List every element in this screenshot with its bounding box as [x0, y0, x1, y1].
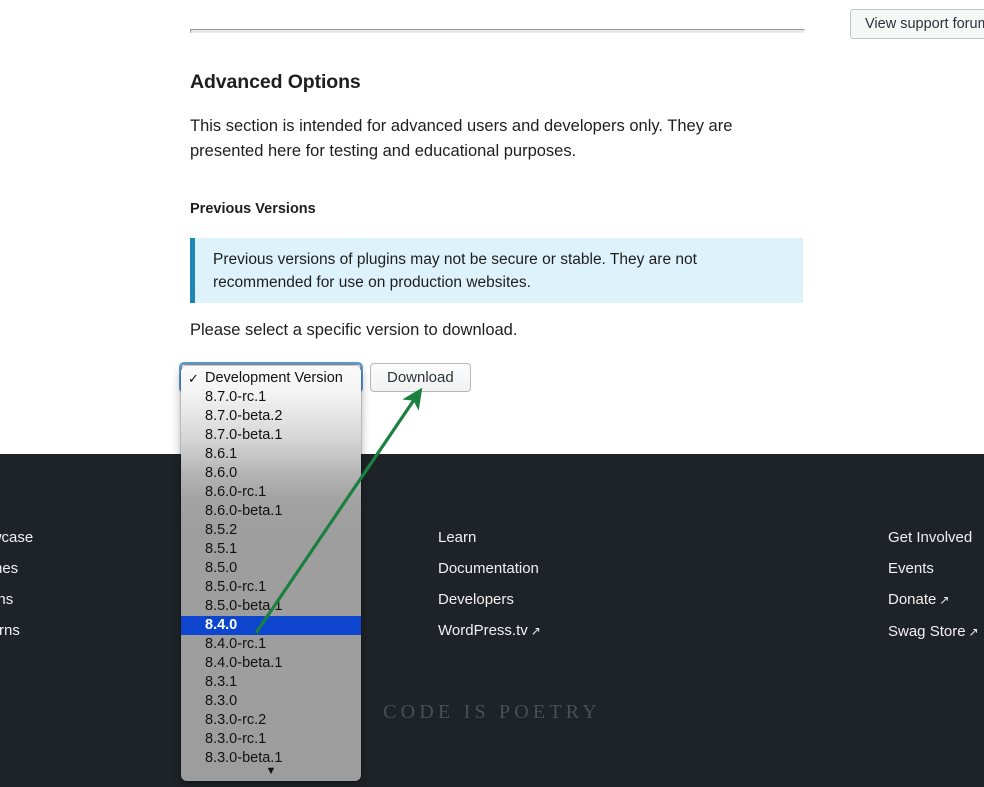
section-divider — [190, 29, 805, 33]
footer-link-documentation[interactable]: Documentation — [438, 553, 541, 584]
footer-link-label: Patterns — [0, 622, 20, 639]
download-button[interactable]: Download — [370, 363, 471, 392]
footer-link-developers[interactable]: Developers — [438, 584, 541, 615]
footer-column-3: Get Involved Events Donate ↗ Swag Store ↗ — [888, 522, 979, 648]
footer-link-label: Donate — [888, 591, 937, 608]
select-version-instruction: Please select a specific version to down… — [190, 321, 518, 339]
footer-link-plugins[interactable]: Plugins — [0, 584, 33, 615]
version-option[interactable]: 8.5.2 — [181, 521, 361, 540]
footer-link-label: Get Involved — [888, 529, 973, 546]
version-option[interactable]: 8.7.0-beta.1 — [181, 426, 361, 445]
version-option[interactable]: Development Version — [181, 369, 361, 388]
footer-link-showcase[interactable]: Showcase — [0, 522, 33, 553]
version-option[interactable]: 8.4.0 — [181, 616, 361, 635]
chevron-down-icon[interactable]: ▼ — [181, 766, 361, 777]
footer-link-label: Themes — [0, 560, 19, 577]
version-option[interactable]: 8.3.0-rc.2 — [181, 711, 361, 730]
previous-versions-heading: Previous Versions — [190, 201, 316, 217]
version-option[interactable]: 8.6.1 — [181, 445, 361, 464]
version-option[interactable]: 8.5.0 — [181, 559, 361, 578]
footer-link-label: Events — [888, 560, 934, 577]
version-option[interactable]: 8.7.0-beta.2 — [181, 407, 361, 426]
version-dropdown-list[interactable]: Development Version8.7.0-rc.18.7.0-beta.… — [181, 369, 361, 768]
warning-notice: Previous versions of plugins may not be … — [190, 238, 803, 303]
external-link-icon: ↗ — [530, 624, 541, 638]
footer-link-label: Showcase — [0, 529, 34, 546]
version-option[interactable]: 8.3.0-rc.1 — [181, 730, 361, 749]
external-link-icon: ↗ — [968, 625, 979, 639]
version-option[interactable]: 8.6.0 — [181, 464, 361, 483]
footer-link-label: WordPress.tv — [438, 622, 528, 639]
footer-link-donate[interactable]: Donate ↗ — [888, 584, 979, 616]
site-footer: Showcase Themes Plugins Patterns Learn Docum… — [0, 454, 984, 787]
footer-link-events[interactable]: Events — [888, 553, 979, 584]
footer-column-2: Learn Documentation Developers WordPress.tv… — [438, 522, 541, 647]
version-option[interactable]: 8.7.0-rc.1 — [181, 388, 361, 407]
footer-link-themes[interactable]: Themes — [0, 553, 33, 584]
version-option[interactable]: 8.4.0-rc.1 — [181, 635, 361, 654]
version-option[interactable]: 8.3.1 — [181, 673, 361, 692]
footer-link-learn[interactable]: Learn — [438, 522, 541, 553]
footer-column-1: Showcase Themes Plugins Patterns — [0, 522, 33, 646]
footer-link-swag-store[interactable]: Swag Store ↗ — [888, 616, 979, 648]
page-root: View support forums Advanced Options Thi… — [0, 0, 984, 787]
footer-link-label: Documentation — [438, 560, 539, 577]
footer-link-get-involved[interactable]: Get Involved — [888, 522, 979, 553]
version-option[interactable]: 8.5.0-rc.1 — [181, 578, 361, 597]
version-option[interactable]: 8.4.0-beta.1 — [181, 654, 361, 673]
footer-link-label: Swag Store — [888, 623, 966, 640]
version-dropdown-popup[interactable]: Development Version8.7.0-rc.18.7.0-beta.… — [181, 366, 361, 781]
intro-paragraph: This section is intended for advanced us… — [190, 117, 733, 160]
footer-link-label: Plugins — [0, 591, 14, 608]
external-link-icon: ↗ — [939, 593, 950, 607]
warning-notice-text: Previous versions of plugins may not be … — [213, 250, 697, 291]
version-option[interactable]: 8.5.0-beta.1 — [181, 597, 361, 616]
footer-link-label: Learn — [438, 529, 477, 546]
version-option[interactable]: 8.6.0-rc.1 — [181, 483, 361, 502]
version-option[interactable]: 8.3.0 — [181, 692, 361, 711]
footer-link-wordpress-tv[interactable]: WordPress.tv ↗ — [438, 615, 541, 647]
footer-link-patterns[interactable]: Patterns — [0, 615, 33, 646]
version-option[interactable]: 8.6.0-beta.1 — [181, 502, 361, 521]
page-title: Advanced Options — [190, 71, 361, 93]
version-option[interactable]: 8.5.1 — [181, 540, 361, 559]
footer-tagline: CODE IS POETRY — [383, 701, 601, 723]
footer-link-label: Developers — [438, 591, 514, 608]
view-support-forums-button[interactable]: View support forums — [850, 9, 984, 39]
